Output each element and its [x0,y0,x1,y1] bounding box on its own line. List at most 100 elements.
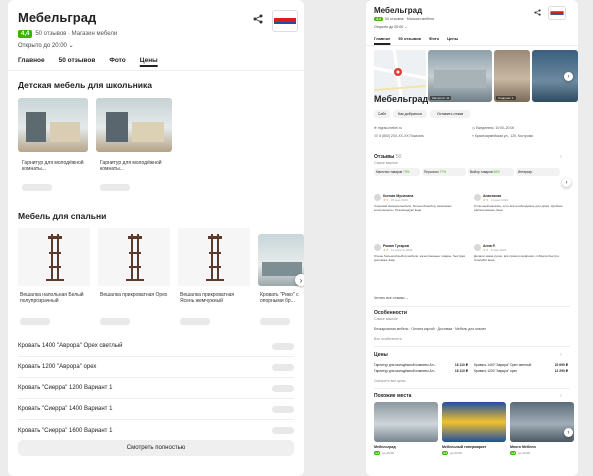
row-label: Кровать "Сиерра" 1400 Вариант 1 [18,406,113,412]
photo-count-label: Снаружи: 1 [496,96,516,100]
chevron-right-icon[interactable]: › [560,352,562,358]
place-title: Мебельград [374,94,429,104]
price-row[interactable]: Кровать 1200 "Аврора" орех [18,357,294,378]
share-icon[interactable] [253,14,263,24]
similar-place-photo[interactable] [442,402,506,442]
similar-place-photo[interactable] [510,402,574,442]
similar-place-name[interactable]: Мебельный гипермаркет [442,445,506,449]
tab-prices[interactable]: Цены [140,57,158,64]
divider [374,388,570,389]
product-name[interactable]: Вешалка прикроватная Орех [100,292,168,298]
review-tag[interactable]: Качество товаров 73% [374,168,420,176]
similar-place-meta: 4,4 до 20:00 [510,451,530,455]
product-image[interactable] [96,98,172,152]
chevron-right-icon[interactable]: › [560,154,562,160]
review-tag[interactable]: Выбор товаров 66% [468,168,514,176]
prices-title: Цены [374,352,388,358]
hours-text[interactable]: Открыто до 20:00 ⌄ [18,42,74,49]
similar-place-photo[interactable] [374,402,438,442]
avatar [374,194,381,201]
brand-logo [548,6,566,20]
rating-meta[interactable]: 50 отзывов · Магазин мебели [385,17,434,21]
hours-info[interactable]: ◷ Ежедневно, 10:00–20:00 [472,126,514,130]
price-placeholder [20,318,50,325]
features-list: Бескаркасная мебель · Оплата картой · До… [374,327,487,331]
price-placeholder [260,318,290,325]
website-link[interactable]: ⊕ mgrad-mebel.ru [374,126,402,130]
product-image[interactable] [18,228,90,286]
price-placeholder [272,342,294,350]
review-item[interactable]: Роман Гусаров ★ 5 · 12 апреля 2024 Очень… [374,244,468,262]
price-row[interactable]: Кровать 1200 "Аврора" орех 12 290 ₽ [474,369,568,373]
price-placeholder [100,184,130,191]
tab-prices[interactable]: Цены [447,36,458,41]
similar-place-meta: 4,5 до 20:00 [442,451,462,455]
avatar [474,244,481,251]
review-item[interactable]: Анна Р. ★ 5 · 5 мая 2024 Делали заказ ку… [474,244,568,262]
similar-next-button[interactable]: › [564,428,573,437]
row-label: Кровать "Сиерра" 1600 Вариант 1 [18,427,113,434]
product-name[interactable]: Вешалка напольная Белый полупрозрачный [20,292,88,304]
similar-place-name[interactable]: Много Мебели [510,445,536,449]
price-placeholder [272,384,294,392]
price-row[interactable]: Гарнитур для молодёжной комнаты Ал... 16 … [374,363,468,367]
tab-main[interactable]: Главное [18,57,45,64]
rating-line: 4,4 50 отзывов · Магазин мебели [374,17,434,21]
review-tag[interactable]: Персонал 77% [422,168,466,176]
place-card-right: Мебельград 4,4 50 отзывов · Магазин мебе… [366,0,578,476]
rating-badge: 4,4 [18,30,33,38]
product-name[interactable]: Гарнитур для молодёжной комнаты... [100,160,170,172]
price-row[interactable]: Гарнитур для молодёжной комнаты Ал... 16 … [374,369,468,373]
section-bedroom-title: Мебель для спальни [18,211,107,221]
rating-meta[interactable]: 50 отзывов · Магазин мебели [35,31,117,37]
tags-next-button[interactable]: › [562,178,571,187]
price-placeholder [100,318,130,325]
price-placeholder [272,427,294,434]
all-prices-link[interactable]: Смотреть все цены [374,379,405,383]
photos-next-button[interactable]: › [564,72,573,81]
product-name[interactable]: Вешалка прикроватная Ясень жемчужный [180,292,248,304]
route-button[interactable]: Как добраться [393,110,427,118]
all-features-link[interactable]: Все особенности [374,337,402,341]
tab-reviews[interactable]: 50 отзывов [398,36,421,41]
chevron-right-icon[interactable]: › [560,393,562,399]
price-row[interactable]: Кровать 1400 "Аврора" Орех светлый [18,336,294,357]
similar-place-name[interactable]: Мебельград [374,445,396,449]
address-info[interactable]: ⌖ Красноармейская ул., 125, Кострома [472,134,568,138]
price-row[interactable]: Кровать "Сиерра" 1200 Вариант 1 [18,378,294,399]
website-button[interactable]: Сайт [374,110,390,118]
row-label: Кровать 1400 "Аврора" Орех светлый [18,343,123,349]
review-item[interactable]: Ксения Мусихина ★ 5 · 15 мая 2024 Хороши… [374,194,468,212]
reviews-title[interactable]: Отзывы 50 [374,154,401,160]
product-image[interactable] [178,228,250,286]
divider [8,70,304,71]
tab-main[interactable]: Главное [374,36,390,41]
product-name[interactable]: Кровать "Рико" с опорными бр... [260,292,304,304]
review-item[interactable]: Анастасия ★ 5 · 3 июня 2024 Отличный маг… [474,194,568,212]
valet-stand-icon [126,234,144,281]
avatar [374,244,381,251]
tab-photos[interactable]: Фото [429,36,439,41]
phone-link[interactable]: ☏ 8 (800) 2XX-XX-XX Показать [374,134,424,138]
price-row[interactable]: Кровать "Сиерра" 1600 Вариант 1 [18,420,294,441]
view-all-button[interactable]: Смотреть полностью [18,440,294,456]
product-name[interactable]: Гарнитур для молодёжной комнаты... [22,160,88,172]
read-all-reviews-link[interactable]: Читать все отзывы → [374,296,409,300]
tabs-bar: Главное 50 отзывов Фото Цены [18,57,158,64]
interior-photo[interactable]: Как фото: 11 [428,50,492,102]
review-tag[interactable]: Интерьер [516,168,560,176]
valet-stand-icon [46,234,64,281]
product-image[interactable] [18,98,88,152]
carousel-next-button[interactable]: › [295,274,304,286]
tab-reviews[interactable]: 50 отзывов [59,57,96,64]
price-row[interactable]: Кровать "Сиерра" 1400 Вариант 1 [18,399,294,420]
interior-photo[interactable]: Снаружи: 1 [494,50,530,102]
similar-place-meta: 4,4 до 20:00 [374,451,394,455]
product-image[interactable] [98,228,170,286]
price-row[interactable]: Кровать 1400 "Аврора" Орех светлый 22 690… [474,363,568,367]
write-review-button[interactable]: Оставить отзыв [430,110,470,118]
hours-text[interactable]: Открыто до 20:00 ⌄ [374,25,407,29]
tab-photos[interactable]: Фото [109,57,125,64]
share-icon[interactable] [534,9,541,16]
rating-badge: 4,4 [374,17,383,21]
